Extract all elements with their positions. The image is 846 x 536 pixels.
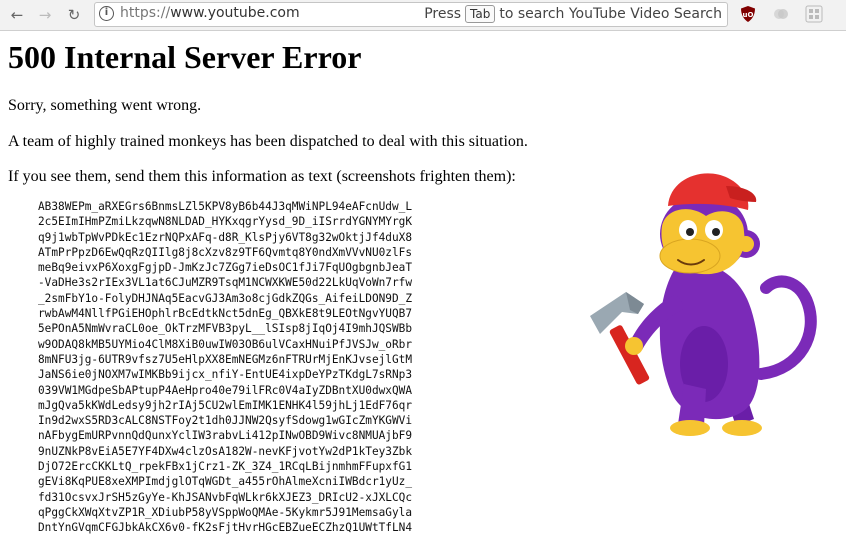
monkeys-message: A team of highly trained monkeys has bee… — [8, 133, 528, 150]
error-code-line: 9nUZNkP8vEiA5E7YF4DXw4clzOsA182W-nevKFjv… — [38, 444, 413, 458]
error-code-line: In9d2wxS5RD3cALC8NSTFoy2t1dh0JJNW2QsyfSd… — [38, 414, 413, 428]
search-engine-hint: Press Tab to search YouTube Video Search — [424, 5, 722, 23]
monkey-foot — [722, 420, 762, 436]
ublock-origin-icon[interactable]: uO — [739, 5, 757, 23]
send-info-message: If you see them, send them this informat… — [8, 168, 516, 185]
url-host: www.youtube.com — [170, 5, 300, 21]
error-code-line: meBq9eivxP6XoxgFgjpD-JmKzJc7ZGg7ieDsOC1f… — [38, 261, 413, 275]
error-code-line: 8mNFU3jg-6UTR9vfsz7U5eHlpXX8EmNEGMz6nFTR… — [38, 352, 413, 366]
back-button[interactable]: ← — [6, 4, 28, 26]
monkey-hand — [625, 337, 643, 355]
monkey-muzzle — [659, 238, 721, 274]
hint-prefix: Press — [424, 6, 462, 22]
url-text: https://www.youtube.com — [120, 5, 300, 21]
error-code-line: fd31OcsvxJrSH5zGyYe-KhJSANvbFqWLkr6kXJEZ… — [38, 490, 413, 504]
error-code-line: w9ODAQ8kMB5UYMio4ClM8XiB0uwIW03OB6ulVCax… — [38, 337, 413, 351]
error-code-line: mJgQva5kKWdLedsy9jh2rIAj5CU2wlEmIMK1ENHK… — [38, 398, 413, 412]
error-code-line: ATmPrPpzD6EwQqRzQIIlg8j8cXzv8z9TF6Qvmtq8… — [38, 245, 413, 259]
reload-icon: ↻ — [67, 6, 81, 24]
page-title: 500 Internal Server Error — [8, 39, 362, 75]
hint-suffix: to search YouTube Video Search — [499, 6, 722, 22]
reload-button[interactable]: ↻ — [63, 4, 85, 26]
error-code-line: rwbAwM4NllfPGiEHOphlrBcEdtkNct5dnEg_QBXk… — [38, 307, 413, 321]
error-code-line: q9j1wbTpWvPDkEc1EzrNQPxAFq-d8R_KlsPjy6VT… — [38, 230, 413, 244]
error-message: Sorry, something went wrong. — [8, 97, 202, 114]
arrow-right-icon: → — [38, 6, 52, 24]
error-code-line: DntYnGVqmCFGJbkAkCX6v0-fK2sFjtHvrHGcEBZu… — [38, 521, 413, 535]
error-code-line: qPggCkXWqXtvZP1R_XDiubP58yVSppWoQMAe-5Ky… — [38, 505, 413, 519]
hamburger-menu-icon[interactable] — [805, 5, 823, 23]
error-code-line: _2smFbY1o-FolyDHJNAq5EacvGJ3Am3o8cjGdkZQ… — [38, 291, 413, 305]
error-code-line: DjO72ErcCKKLtQ_rpekFBx1jCrz1-ZK_3Z4_1RCq… — [38, 460, 413, 474]
error-code-line: 5ePOnA5NmWvraCL0oe_OkTrzMFVB3pyL__lSIsp8… — [38, 322, 413, 336]
tab-key-badge: Tab — [465, 5, 496, 23]
svg-text:uO: uO — [743, 11, 754, 19]
arrow-left-icon: ← — [10, 6, 24, 24]
error-code-line: AB38WEPm_aRXEGrs6BnmsLZl5KPV8yB6b44J3qMW… — [38, 200, 413, 213]
address-bar[interactable]: i https://www.youtube.com Press Tab to s… — [94, 2, 728, 27]
monkey-tail — [755, 275, 817, 380]
monkey-foot — [670, 420, 710, 436]
site-info-icon[interactable]: i — [99, 6, 114, 21]
pocket-icon[interactable] — [772, 5, 790, 23]
forward-button[interactable]: → — [34, 4, 56, 26]
error-code-line: JaNS6ie0jNOXM7wIMKBb9ijcx_nfiY-EntUE4ixp… — [38, 368, 413, 382]
url-scheme: https:// — [120, 5, 171, 21]
error-code-line: 2c5EImIHmPZmiLkzqwN8NLDAD_HYKxqgrYysd_9D… — [38, 215, 413, 229]
error-code-line: -VaDHe3s2rIEx3VL1at6CJuMZR9TsqM1NCWXKWE5… — [38, 276, 413, 290]
error-code-line: gEVi8KqPUE8xeXMPImdjglOTqWGDt_a455rOhAlm… — [38, 475, 413, 489]
error-code-block: AB38WEPm_aRXEGrs6BnmsLZl5KPV8yB6b44J3qMW… — [38, 199, 412, 536]
browser-toolbar: ← → ↻ i https://www.youtube.com Press Ta… — [0, 0, 846, 31]
error-code-line: 039VW1MGdpeSbAPtupP4AeHpro40e79ilFRc0V4a… — [38, 383, 413, 397]
monkey-with-hammer-illustration — [590, 173, 817, 436]
error-code-line: nAFbygEmURPvnnQdQunxYclIW3rabvLi412pINwO… — [38, 429, 413, 443]
